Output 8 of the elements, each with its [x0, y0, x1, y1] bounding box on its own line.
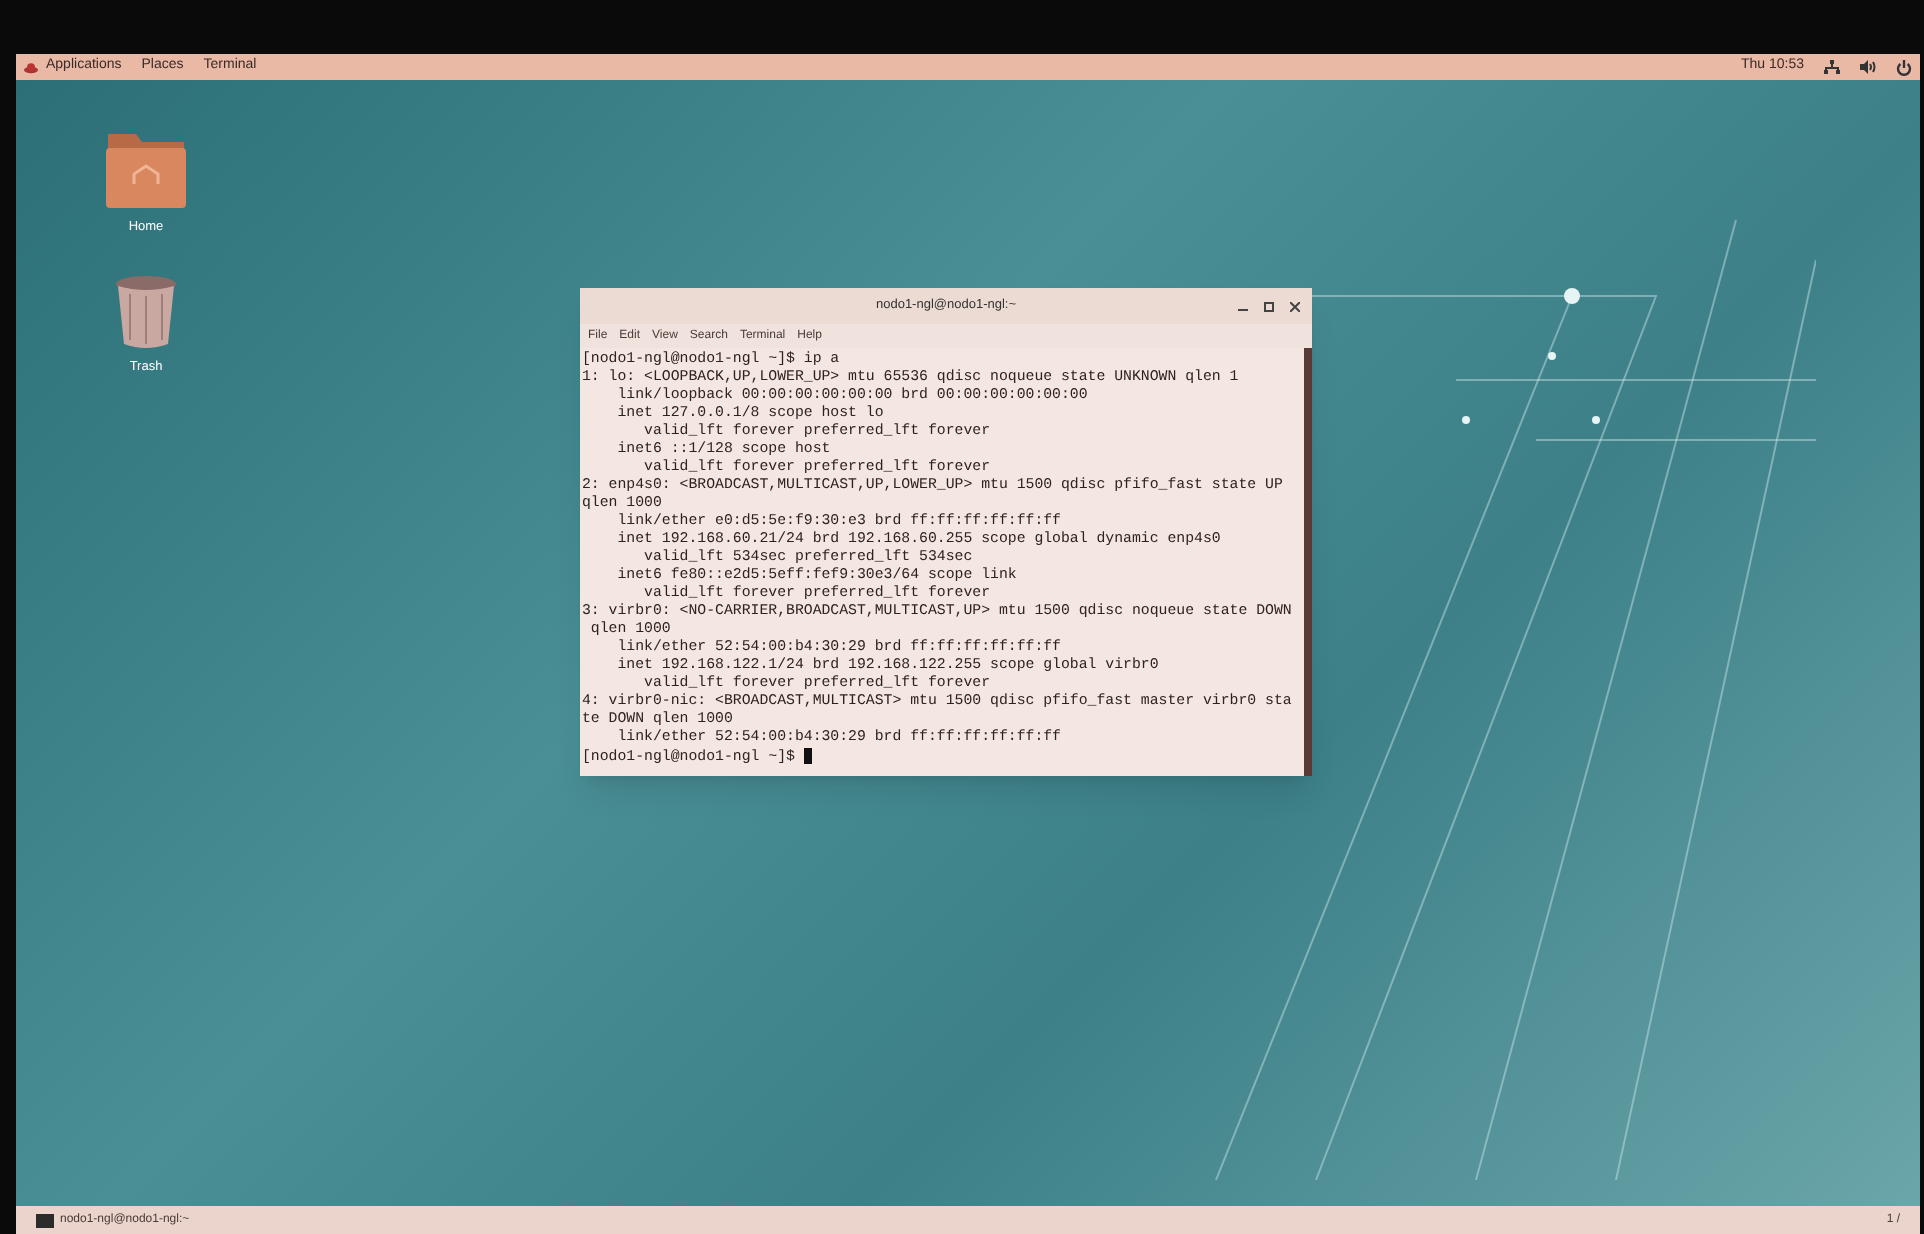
power-icon[interactable]: [1896, 59, 1912, 75]
hat-icon: [24, 61, 38, 73]
volume-icon[interactable]: [1860, 60, 1876, 74]
scrollbar[interactable]: [1304, 348, 1312, 776]
close-icon[interactable]: [1290, 301, 1300, 311]
terminal-icon: [36, 1213, 54, 1227]
maximize-icon[interactable]: [1264, 301, 1274, 311]
network-icon[interactable]: [1824, 60, 1840, 74]
